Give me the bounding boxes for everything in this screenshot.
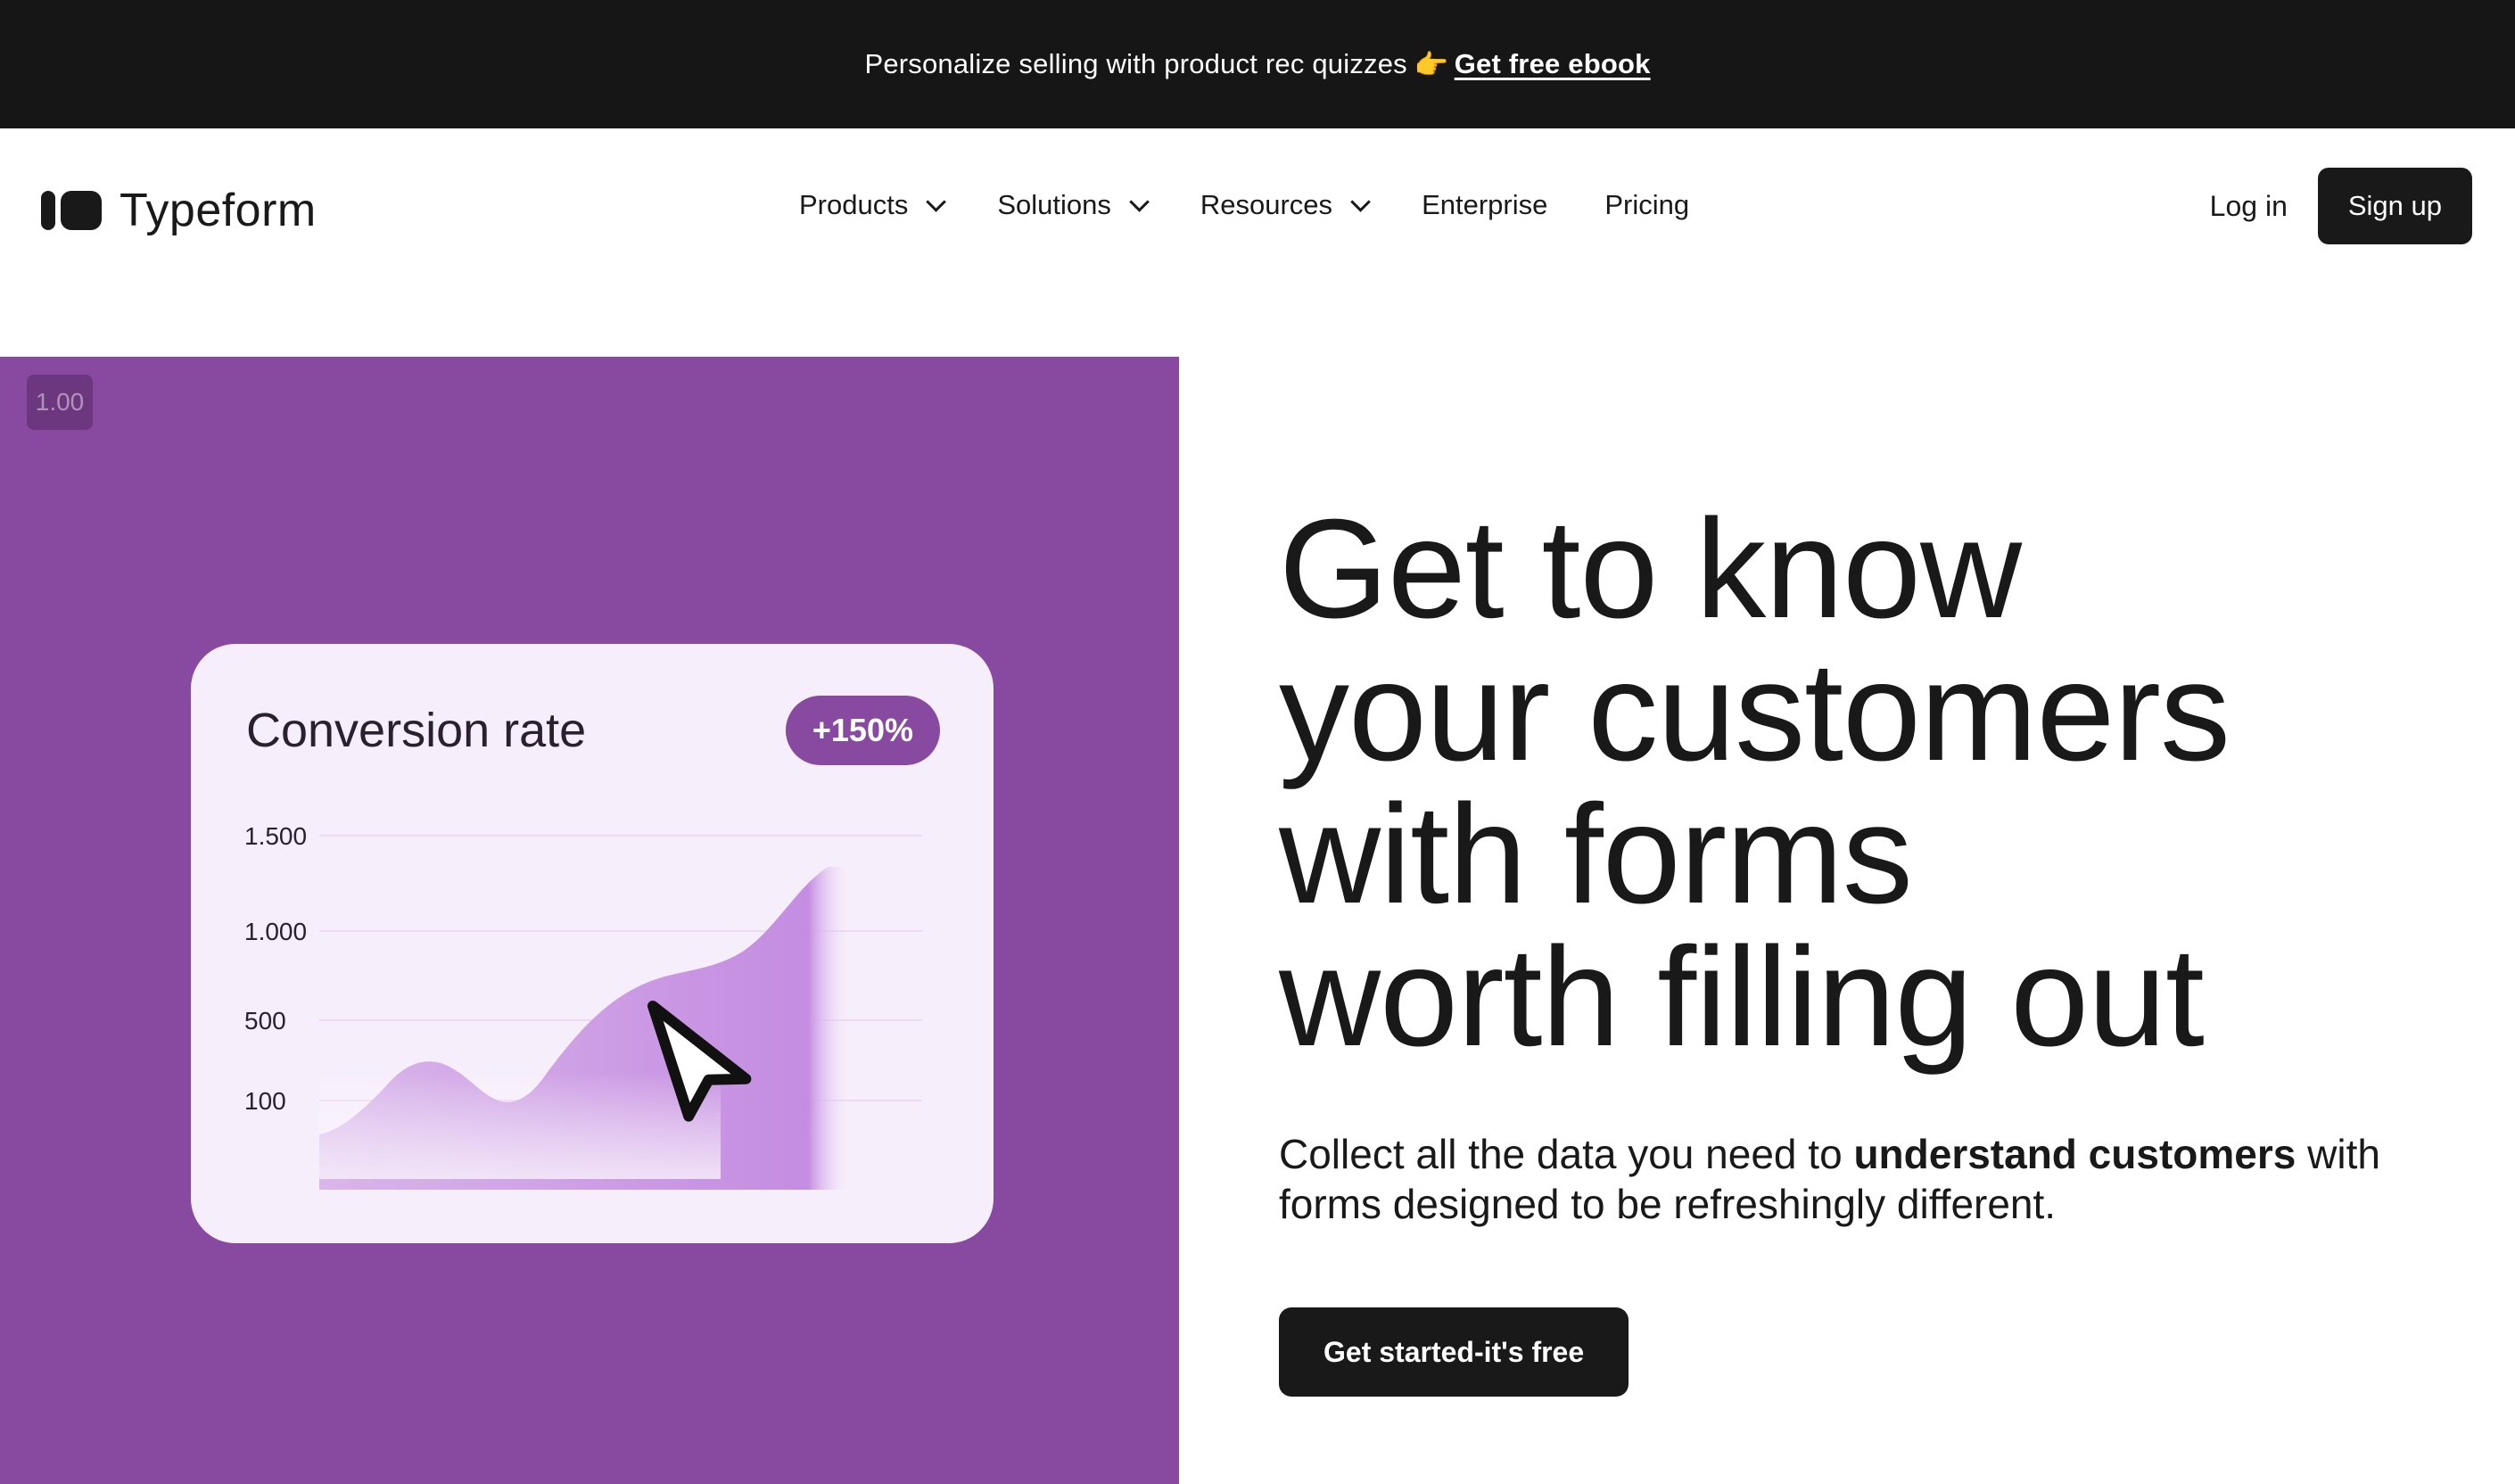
chart-y-ticks: 1.500 1.000 500 100 — [244, 822, 307, 1115]
menu-item-pricing[interactable]: Pricing — [1604, 189, 1689, 221]
logo[interactable]: Typeform — [41, 184, 317, 237]
nav-actions: Log in Sign up — [2210, 168, 2472, 244]
hero-subtitle: Collect all the data you need to underst… — [1279, 1129, 2438, 1229]
y-tick-label: 500 — [244, 1007, 286, 1035]
hero-heading-line: with forms — [1279, 776, 1913, 933]
y-tick-label: 1.000 — [244, 918, 307, 945]
menu-item-products[interactable]: Products — [799, 189, 947, 221]
menu-item-resources[interactable]: Resources — [1200, 189, 1371, 221]
y-tick-label: 100 — [244, 1087, 286, 1115]
hero-subtitle-bold: understand customers — [1853, 1131, 2296, 1177]
hero-heading-line: worth filling out — [1279, 919, 2205, 1076]
logo-text: Typeform — [120, 185, 317, 236]
growth-badge: +150% — [785, 696, 940, 765]
menu-item-label: Enterprise — [1422, 189, 1548, 220]
playback-speed-badge[interactable]: 1.00 — [27, 375, 93, 430]
hero-heading: Get to know your customers with forms wo… — [1279, 491, 2231, 1076]
hero-heading-line: your customers — [1279, 633, 2231, 790]
pointing-hand-icon: 👉 — [1414, 48, 1449, 80]
chevron-down-icon — [1350, 192, 1371, 212]
y-tick-label: 1.500 — [244, 822, 307, 850]
menu-item-solutions[interactable]: Solutions — [997, 189, 1150, 221]
hero-heading-line: Get to know — [1279, 491, 2022, 647]
card-title: Conversion rate — [246, 704, 587, 757]
typeform-logo-icon — [41, 191, 102, 230]
menu-item-enterprise[interactable]: Enterprise — [1422, 189, 1547, 221]
chart-bottom-fade — [319, 1072, 721, 1179]
signup-button[interactable]: Sign up — [2317, 168, 2472, 244]
get-free-ebook-link[interactable]: Get free ebook — [1455, 48, 1651, 80]
get-started-button[interactable]: Get started-it's free — [1279, 1307, 1629, 1397]
announcement-bar: Personalize selling with product rec qui… — [0, 0, 2515, 128]
hero-media-panel: 1.00 1.500 1.000 500 100 Conversion rate… — [0, 357, 1179, 1484]
menu-item-label: Products — [799, 189, 909, 220]
menu-item-label: Resources — [1200, 189, 1333, 220]
top-nav: Typeform Products Solutions Resources En… — [0, 128, 2515, 282]
menu-item-label: Solutions — [997, 189, 1111, 220]
login-link[interactable]: Log in — [2210, 190, 2288, 223]
menu-item-label: Pricing — [1604, 189, 1690, 220]
hero-subtitle-text: Collect all the data you need to — [1279, 1131, 1854, 1177]
chevron-down-icon — [926, 192, 947, 212]
announcement-text: Personalize selling with product rec qui… — [864, 48, 1407, 79]
main-menu: Products Solutions Resources Enterprise … — [799, 128, 1746, 282]
conversion-rate-card: 1.500 1.000 500 100 Conversion rate +150% — [191, 644, 994, 1243]
chevron-down-icon — [1129, 192, 1150, 212]
